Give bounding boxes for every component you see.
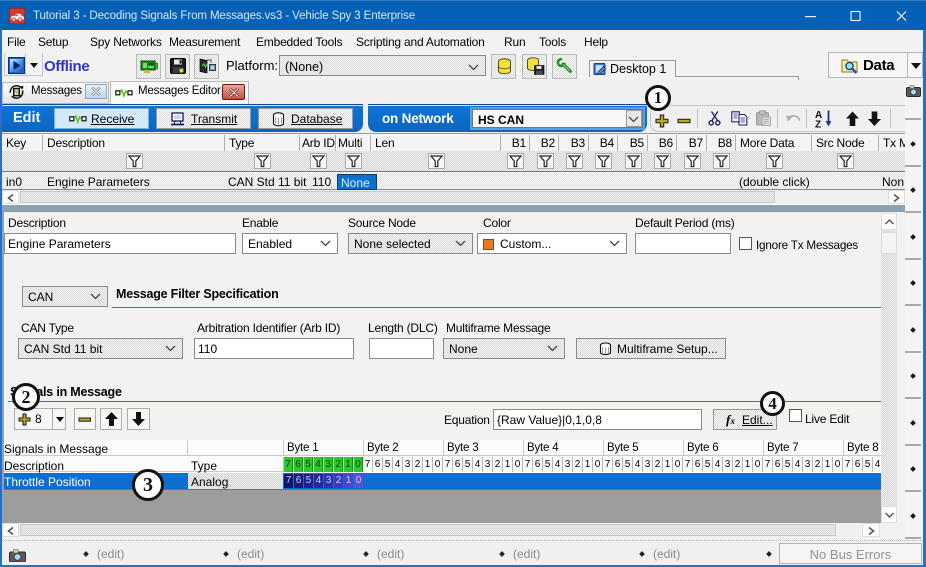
svg-text:Z: Z (815, 120, 821, 129)
